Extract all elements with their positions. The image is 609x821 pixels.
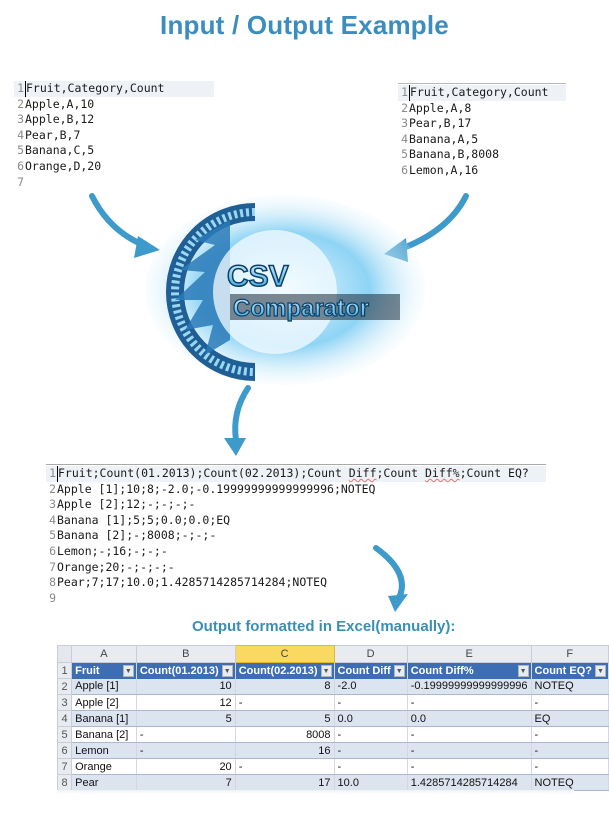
cell[interactable]: 8008 — [235, 726, 335, 743]
cell[interactable]: Banana [1] — [71, 710, 137, 727]
table-row: 5 Banana [2] - 8008 - - - — [56, 726, 609, 743]
logo-text-comparator: Comparator — [233, 295, 369, 322]
header-count-diff: Count Diff ▼ — [334, 662, 408, 679]
header-fruit: Fruit ▼ — [71, 662, 137, 679]
cell[interactable]: NOTEQ — [531, 678, 609, 695]
row-number[interactable]: 8 — [56, 774, 73, 791]
column-header-a[interactable]: A — [71, 645, 137, 663]
filter-dropdown-icon[interactable]: ▼ — [122, 665, 134, 677]
column-header-b[interactable]: B — [135, 645, 236, 663]
cell[interactable]: 8 — [235, 678, 335, 695]
table-row: 2 Apple [1] 10 8 -2.0 -0.199999999999999… — [56, 678, 609, 695]
header-count-02-2013: Count(02.2013) ▼ — [235, 662, 335, 679]
table-row: 3 Apple [2] 12 - - - - — [56, 694, 609, 711]
cell[interactable]: Lemon — [71, 742, 137, 759]
column-letters-row: A B C D E F — [56, 645, 609, 663]
cell[interactable]: Banana [2] — [71, 726, 137, 743]
cell[interactable]: Orange — [71, 758, 137, 775]
header-count-eq: Count EQ? ▼ — [531, 662, 609, 679]
code-line: 1 Fruit;Count(01.2013);Count(02.2013);Cou… — [46, 466, 546, 482]
filter-dropdown-icon[interactable]: ▼ — [517, 665, 529, 677]
cell[interactable]: - — [531, 758, 609, 775]
output-csv: 1 Fruit;Count(01.2013);Count(02.2013);Cou… — [46, 464, 546, 606]
column-header-d[interactable]: D — [333, 645, 408, 663]
cell[interactable]: - — [334, 758, 408, 775]
cell[interactable]: 7 — [136, 774, 236, 791]
filter-dropdown-icon[interactable]: ▼ — [320, 665, 332, 677]
table-header-row: 1 Fruit ▼ Count(01.2013) ▼ Count(02.2013) ▼… — [56, 662, 609, 679]
excel-bottom-fade — [57, 790, 574, 794]
row-number[interactable]: 5 — [56, 726, 73, 743]
cell[interactable]: - — [334, 694, 408, 711]
cell[interactable]: 0.0 — [407, 710, 532, 727]
cell[interactable]: - — [407, 742, 532, 759]
cell[interactable]: Apple [1] — [71, 678, 137, 695]
cell[interactable]: 17 — [235, 774, 335, 791]
cell[interactable]: 12 — [136, 694, 236, 711]
arrow-logo-to-output — [232, 385, 251, 443]
code-line: 4 Banana [1];5;5;0.0;0.0;EQ — [49, 512, 231, 527]
column-header-c[interactable]: C — [234, 645, 335, 663]
cell[interactable]: - — [334, 726, 408, 743]
cell[interactable]: -2.0 — [334, 678, 408, 695]
cell[interactable]: - — [407, 726, 532, 743]
row-number[interactable]: 2 — [56, 678, 73, 695]
cell[interactable]: 0.0 — [334, 710, 408, 727]
row-number[interactable]: 1 — [56, 662, 73, 679]
cell[interactable]: - — [136, 742, 236, 759]
cell[interactable]: EQ — [531, 710, 609, 727]
column-header-f[interactable]: F — [530, 645, 609, 663]
row-number[interactable]: 7 — [56, 758, 73, 775]
cell[interactable]: - — [235, 758, 335, 775]
cell[interactable]: - — [334, 742, 408, 759]
cell[interactable]: 5 — [235, 710, 335, 727]
table-row: 8 Pear 7 17 10.0 1.4285714285714284 NOTE… — [56, 774, 609, 791]
cell[interactable]: - — [407, 758, 532, 775]
code-line: 5 Banana [2];-;8008;-;-;- — [49, 528, 217, 543]
table-row: 7 Orange 20 - - - - — [56, 758, 609, 775]
cell[interactable]: - — [407, 694, 532, 711]
cell[interactable]: - — [136, 726, 236, 743]
row-number[interactable]: 4 — [56, 710, 73, 727]
header-count-diff-pct: Count Diff% ▼ — [407, 662, 532, 679]
arrowhead-center — [224, 438, 246, 456]
excel-caption: Output formatted in Excel(manually): — [192, 618, 456, 635]
filter-dropdown-icon[interactable]: ▼ — [221, 665, 233, 677]
filter-dropdown-icon[interactable]: ▼ — [595, 665, 606, 677]
cell[interactable]: 10 — [136, 678, 236, 695]
cell[interactable]: NOTEQ — [531, 774, 609, 791]
cell[interactable]: 1.4285714285714284 — [407, 774, 532, 791]
column-header-e[interactable]: E — [406, 645, 532, 663]
select-all-corner[interactable] — [56, 645, 73, 663]
filter-dropdown-icon[interactable]: ▼ — [393, 665, 405, 677]
code-line: 3 Apple [2];12;-;-;-;- — [49, 497, 196, 512]
cell[interactable]: Apple [2] — [71, 694, 137, 711]
cell[interactable]: 10.0 — [334, 774, 408, 791]
row-number[interactable]: 6 — [56, 742, 73, 759]
header-count-01-2013: Count(01.2013) ▼ — [136, 662, 236, 679]
cell[interactable]: 20 — [136, 758, 236, 775]
code-line: 8 Pear;7;17;10.0;1.4285714285714284;NOTEQ — [49, 575, 328, 590]
table-row: 4 Banana [1] 5 5 0.0 0.0 EQ — [56, 710, 609, 727]
cell[interactable]: - — [531, 694, 609, 711]
code-line: 7 Orange;20;-;-;-;- — [49, 559, 175, 574]
table-row: 6 Lemon - 16 - - - — [56, 742, 609, 759]
row-number[interactable]: 3 — [56, 694, 73, 711]
excel-table: A B C D E F 1 Fruit ▼ Count(01.2013) ▼ Cou… — [56, 645, 609, 791]
code-line: 9 — [49, 590, 56, 605]
cell[interactable]: - — [235, 694, 335, 711]
code-line: 6 Lemon;-;16;-;-;- — [49, 543, 168, 558]
csv-comparator-logo: CSV Comparator — [145, 195, 425, 385]
cell[interactable]: -0.19999999999999996 — [407, 678, 532, 695]
cell[interactable]: - — [531, 726, 609, 743]
code-line: 2 Apple [1];10;8;-2.0;-0.1999999999999999… — [49, 481, 376, 496]
cell[interactable]: Pear — [71, 774, 137, 791]
cell[interactable]: 16 — [235, 742, 335, 759]
cell[interactable]: 5 — [136, 710, 236, 727]
cell[interactable]: - — [531, 742, 609, 759]
logo-text-csv: CSV — [227, 260, 289, 293]
